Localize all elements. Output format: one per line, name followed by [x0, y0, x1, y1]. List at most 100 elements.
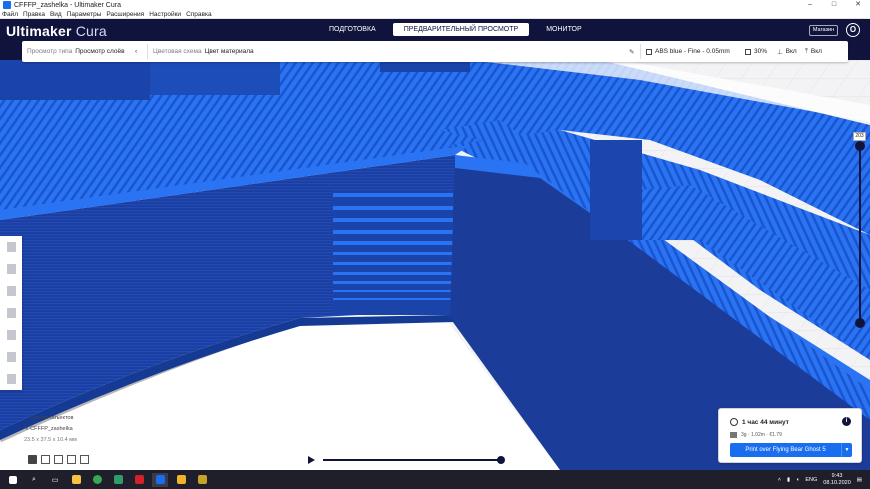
layer-number-label[interactable]: 203: [853, 132, 866, 141]
printer-profile-icon: [646, 48, 652, 55]
window-title: CFFFP_zashelka - Ultimaker Cura: [14, 1, 121, 9]
support-icon: ⊥: [777, 48, 783, 56]
scale-icon: [6, 264, 16, 274]
mirror-icon: [6, 308, 16, 318]
window-titlebar: CFFFP_zashelka - Ultimaker Cura – □ ✕: [0, 0, 870, 10]
view-top-icon[interactable]: [54, 455, 63, 464]
lay-flat-button[interactable]: [0, 368, 22, 390]
window-controls: – □ ✕: [798, 0, 870, 10]
tab-monitor[interactable]: МОНИТОР: [537, 23, 590, 36]
taskbar-clock[interactable]: 9:43 08.10.2020: [823, 473, 851, 487]
tray-arrow-icon[interactable]: ˄: [778, 477, 781, 483]
spool-icon: [730, 432, 737, 438]
menu-bar: Файл Правка Вид Параметры Расширения Нас…: [0, 10, 870, 19]
move-icon: [6, 242, 16, 252]
tool-panel: [0, 236, 22, 390]
simulation-handle[interactable]: [497, 456, 505, 464]
search-icon[interactable]: ⌕: [26, 473, 42, 487]
infill-indicator[interactable]: 30%: [745, 41, 767, 62]
print-job-panel: 1 час 44 минут i 3g · 1.02m · €1.79 Prin…: [718, 408, 862, 463]
adhesion-value: Вкл: [810, 48, 822, 55]
lay-flat-icon: [6, 374, 16, 384]
divider: [147, 44, 148, 59]
view-3d-icon[interactable]: [28, 455, 37, 464]
cura-icon[interactable]: [152, 472, 168, 487]
camera-view-buttons: [28, 455, 89, 464]
network-icon[interactable]: ▮: [787, 477, 790, 483]
tab-prepare[interactable]: ПОДГОТОВКА: [320, 23, 385, 36]
color-scheme-selector[interactable]: Цветовая схема Цвет материала: [153, 41, 254, 62]
task-view-icon[interactable]: ▭: [47, 473, 63, 487]
app-3d-icon[interactable]: [110, 473, 126, 487]
support-value: Вкл: [785, 48, 797, 55]
view-type-value: Просмотр слоёв: [75, 48, 125, 55]
rotate-icon: [6, 286, 16, 296]
app-logo: Ultimaker Cura: [6, 23, 107, 39]
object-list-toggle[interactable]: ⌃ Список объектов: [24, 415, 124, 421]
acrobat-icon[interactable]: [131, 473, 147, 487]
color-scheme-label: Цветовая схема: [153, 48, 202, 55]
layer-slider-lower-handle[interactable]: [855, 318, 865, 328]
simulation-track[interactable]: [323, 459, 501, 461]
windows-taskbar: ⌕ ▭ ˄ ▮ ◖ ENG 9:43 08.10.2020 ▤: [0, 470, 870, 489]
account-button[interactable]: O: [846, 23, 860, 37]
view-options-bar: Просмотр типа Просмотр слоёв ‹ Цветовая …: [22, 41, 848, 62]
support-indicator[interactable]: ⊥ Вкл: [777, 41, 797, 62]
object-dimensions: 23.5 x 37.5 x 10.4 мм: [24, 437, 77, 443]
move-tool-button[interactable]: [0, 236, 22, 258]
object-list-panel: ⌃ Список объектов ✎ CFFFP_zashelka 23.5 …: [24, 415, 124, 448]
stage-tabs: ПОДГОТОВКА ПРЕДВАРИТЕЛЬНЫЙ ПРОСМОТР МОНИ…: [320, 23, 591, 36]
menu-preferences[interactable]: Настройки: [149, 11, 181, 18]
object-name: ✎ CFFFP_zashelka: [24, 426, 73, 432]
layer-slider-track[interactable]: [859, 146, 861, 323]
support-blocker-icon: [6, 352, 16, 362]
per-model-settings-button[interactable]: [0, 324, 22, 346]
support-blocker-button[interactable]: [0, 346, 22, 368]
info-icon[interactable]: i: [842, 417, 851, 426]
print-settings-button[interactable]: ABS blue - Fine - 0.05mm: [646, 41, 730, 62]
cura-app-icon: [3, 1, 11, 9]
view-front-icon[interactable]: [41, 455, 50, 464]
print-button-label: Print over Flying Bear Ghost 5: [745, 447, 826, 453]
folder-icon[interactable]: [173, 473, 189, 487]
menu-extensions[interactable]: Расширения: [106, 11, 144, 18]
pencil-icon[interactable]: ✎: [629, 41, 634, 62]
minimize-button[interactable]: –: [798, 0, 822, 10]
file-explorer-icon[interactable]: [68, 473, 84, 487]
notifications-icon[interactable]: ▤: [857, 477, 862, 483]
tab-preview[interactable]: ПРЕДВАРИТЕЛЬНЫЙ ПРОСМОТР: [392, 23, 530, 36]
menu-view[interactable]: Вид: [50, 11, 62, 18]
close-button[interactable]: ✕: [846, 0, 870, 10]
scale-tool-button[interactable]: [0, 258, 22, 280]
view-left-icon[interactable]: [67, 455, 76, 464]
maximize-button[interactable]: □: [822, 0, 846, 10]
view-type-selector[interactable]: Просмотр типа Просмотр слоёв: [27, 41, 125, 62]
play-icon[interactable]: [308, 456, 315, 464]
per-model-settings-icon: [6, 330, 16, 340]
menu-file[interactable]: Файл: [2, 11, 18, 18]
adhesion-indicator[interactable]: ⤒ Вкл: [805, 41, 822, 62]
print-time-value: 1 час 44 минут: [742, 418, 789, 426]
adhesion-icon: ⤒: [805, 47, 808, 55]
marketplace-button[interactable]: Магазин: [809, 25, 838, 36]
app-icon[interactable]: [194, 473, 210, 487]
menu-help[interactable]: Справка: [186, 11, 212, 18]
language-indicator[interactable]: ENG: [805, 477, 817, 483]
print-button[interactable]: Print over Flying Bear Ghost 5 ▼: [730, 443, 852, 457]
volume-icon[interactable]: ◖: [796, 477, 799, 483]
material-usage-value: 3g · 1.02m · €1.79: [741, 432, 782, 438]
infill-icon: [745, 48, 751, 55]
mirror-tool-button[interactable]: [0, 302, 22, 324]
menu-settings[interactable]: Параметры: [67, 11, 102, 18]
divider: [640, 44, 641, 59]
system-tray: ˄ ▮ ◖ ENG 9:43 08.10.2020 ▤: [778, 470, 862, 489]
layer-slider-upper-handle[interactable]: [855, 141, 865, 151]
view-right-icon[interactable]: [80, 455, 89, 464]
collapse-chevron-icon[interactable]: ‹: [135, 41, 137, 62]
color-scheme-value: Цвет материала: [204, 48, 254, 55]
windows-start-icon[interactable]: [5, 473, 21, 487]
chrome-icon[interactable]: [89, 473, 105, 487]
chevron-down-icon[interactable]: ▼: [841, 443, 852, 457]
menu-edit[interactable]: Правка: [23, 11, 45, 18]
rotate-tool-button[interactable]: [0, 280, 22, 302]
